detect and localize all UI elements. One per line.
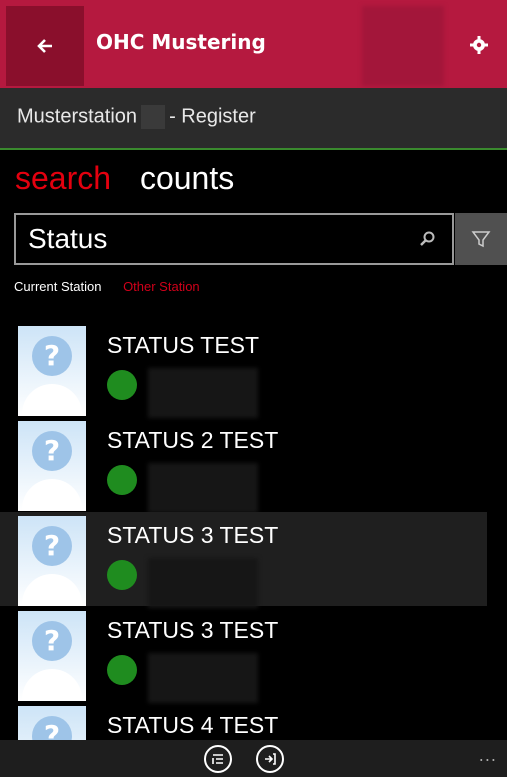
redacted-detail bbox=[148, 653, 258, 703]
avatar: ? bbox=[18, 516, 86, 606]
redacted-detail bbox=[148, 463, 258, 513]
redacted-detail bbox=[148, 368, 258, 418]
redacted-station bbox=[141, 105, 166, 129]
search-input-value: Status bbox=[28, 223, 108, 254]
unknown-person-icon: ? bbox=[32, 716, 72, 740]
more-button[interactable]: ... bbox=[479, 746, 497, 765]
station-legend: Current Station Other Station bbox=[14, 279, 200, 294]
back-button[interactable] bbox=[6, 6, 84, 86]
results-list: ? STATUS TEST ? STATUS 2 TEST ? STATUS 3… bbox=[0, 322, 507, 740]
gear-icon[interactable] bbox=[468, 34, 490, 56]
subheader-suffix: - Register bbox=[169, 105, 256, 128]
back-arrow-icon bbox=[37, 39, 52, 53]
unknown-person-icon: ? bbox=[32, 431, 72, 471]
person-name: STATUS 3 TEST bbox=[107, 617, 279, 643]
pivot-tabs: search counts bbox=[15, 160, 254, 197]
list-item[interactable]: ? STATUS 3 TEST bbox=[0, 512, 487, 608]
person-name: STATUS 4 TEST bbox=[107, 712, 279, 738]
tab-search[interactable]: search bbox=[15, 160, 111, 196]
person-name: STATUS TEST bbox=[107, 332, 260, 358]
app-title: OHC Mustering bbox=[96, 30, 266, 54]
page-title: Musterstation - Register bbox=[17, 105, 256, 129]
unknown-person-icon: ? bbox=[32, 526, 72, 566]
avatar: ? bbox=[18, 326, 86, 416]
redacted-tile bbox=[362, 6, 444, 86]
sort-list-icon bbox=[212, 754, 223, 764]
unknown-person-icon: ? bbox=[32, 621, 72, 661]
sort-list-button[interactable] bbox=[204, 745, 232, 773]
search-button[interactable] bbox=[402, 215, 452, 263]
list-item[interactable]: ? STATUS 3 TEST bbox=[0, 607, 487, 703]
status-indicator bbox=[107, 560, 137, 590]
legend-current-station: Current Station bbox=[14, 279, 102, 294]
sign-in-icon bbox=[265, 753, 276, 765]
tab-counts[interactable]: counts bbox=[140, 160, 234, 196]
person-name: STATUS 2 TEST bbox=[107, 427, 279, 453]
list-item[interactable]: ? STATUS TEST bbox=[0, 322, 487, 418]
filter-icon bbox=[471, 231, 491, 248]
search-icon bbox=[420, 231, 435, 246]
sign-in-button[interactable] bbox=[256, 745, 284, 773]
list-item[interactable]: ? STATUS 4 TEST bbox=[0, 702, 487, 740]
redacted-detail bbox=[148, 558, 258, 608]
list-item[interactable]: ? STATUS 2 TEST bbox=[0, 417, 487, 513]
avatar: ? bbox=[18, 421, 86, 511]
subheader-prefix: Musterstation bbox=[17, 105, 138, 128]
search-input[interactable]: Status bbox=[14, 213, 454, 265]
filter-button[interactable] bbox=[455, 213, 507, 265]
status-indicator bbox=[107, 655, 137, 685]
avatar: ? bbox=[18, 706, 86, 740]
legend-other-station: Other Station bbox=[123, 279, 200, 294]
avatar: ? bbox=[18, 611, 86, 701]
app-bar: ... bbox=[0, 740, 507, 777]
person-name: STATUS 3 TEST bbox=[107, 522, 279, 548]
status-indicator bbox=[107, 465, 137, 495]
status-indicator bbox=[107, 370, 137, 400]
title-bar: OHC Mustering bbox=[0, 0, 507, 88]
unknown-person-icon: ? bbox=[32, 336, 72, 376]
